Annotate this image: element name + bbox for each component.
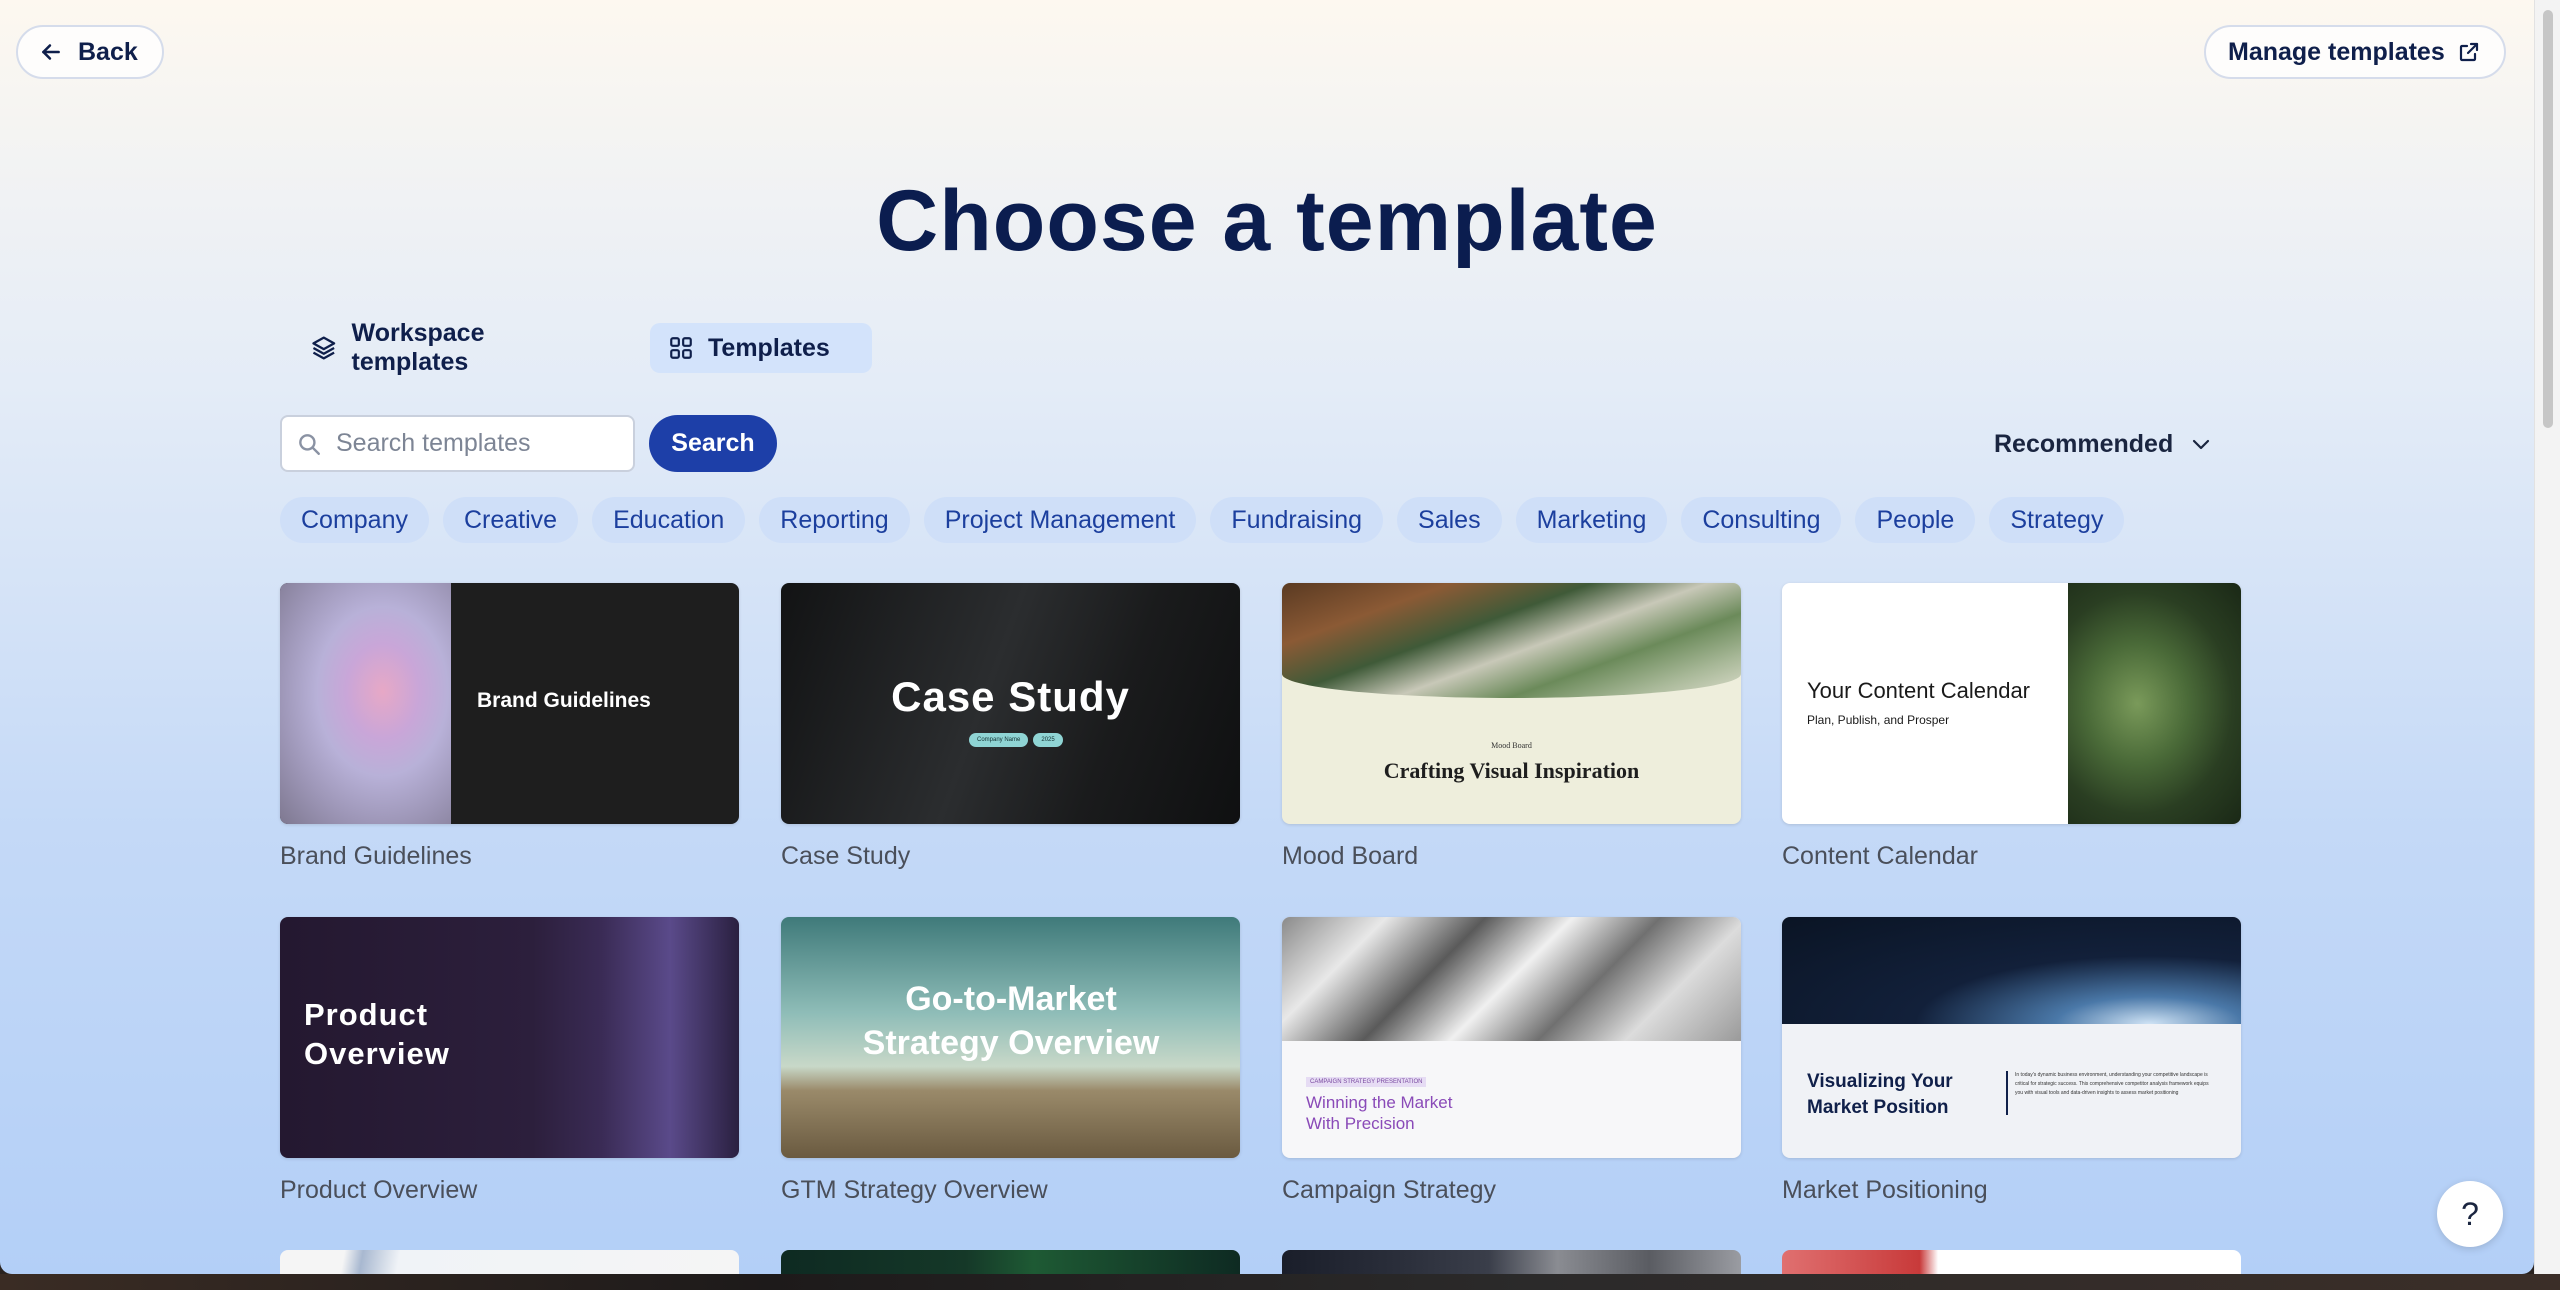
template-thumbnail[interactable]: Visualizing Your Market Position In toda…	[1782, 917, 2241, 1158]
thumbnail-kicker: Mood Board	[1491, 741, 1532, 750]
template-card-campaign-strategy[interactable]: CAMPAIGN STRATEGY PRESENTATION Winning t…	[1282, 917, 1741, 1205]
template-thumbnail-partial[interactable]	[1282, 1250, 1741, 1274]
thumbnail-divider	[2006, 1071, 2008, 1115]
thumbnail-title: Crafting Visual Inspiration	[1383, 758, 1640, 783]
category-chip-fundraising[interactable]: Fundraising	[1210, 497, 1384, 543]
tab-workspace-label: Workspace templates	[351, 319, 485, 376]
thumbnail-title: Visualizing Your Market Position	[1807, 1071, 1953, 1118]
thumbnail-title: Your Content Calendar	[1807, 678, 2031, 703]
template-name: Campaign Strategy	[1282, 1176, 1497, 1204]
template-name: Brand Guidelines	[280, 842, 472, 870]
template-card-content-calendar[interactable]: Your Content Calendar Plan, Publish, and…	[1782, 583, 2241, 871]
tab-workspace-templates[interactable]: Workspace templates	[292, 319, 622, 376]
thumbnail-title: Case Study	[891, 673, 1130, 720]
back-button[interactable]: Back	[16, 25, 164, 79]
template-thumbnail[interactable]: CAMPAIGN STRATEGY PRESENTATION Winning t…	[1282, 917, 1741, 1158]
thumbnail-tags: Company Name 2025	[969, 733, 1063, 747]
template-thumbnail[interactable]: Mood Board Crafting Visual Inspiration	[1282, 583, 1741, 824]
page-title: Choose a template	[876, 173, 1658, 269]
template-card-gtm-strategy-overview[interactable]: Go-to-Market Strategy Overview GTM Strat…	[781, 917, 1240, 1205]
sort-dropdown[interactable]: Recommended	[1994, 420, 2213, 468]
template-thumbnail[interactable]: Brand Guidelines	[280, 583, 739, 824]
template-name: Market Positioning	[1782, 1176, 1988, 1204]
category-chip-people[interactable]: People	[1855, 497, 1976, 543]
category-chip-project-management[interactable]: Project Management	[923, 497, 1197, 543]
search-button[interactable]: Search	[649, 415, 777, 472]
template-name: Content Calendar	[1782, 842, 1978, 870]
template-thumbnail-partial[interactable]	[781, 1250, 1240, 1274]
category-chip-marketing[interactable]: Marketing	[1515, 497, 1668, 543]
template-card-market-positioning[interactable]: Visualizing Your Market Position In toda…	[1782, 917, 2241, 1205]
category-chip-reporting[interactable]: Reporting	[759, 497, 910, 543]
search-field[interactable]	[280, 415, 635, 472]
layers-icon	[312, 336, 336, 360]
help-button[interactable]: ?	[2437, 1181, 2503, 1247]
category-chip-company[interactable]: Company	[280, 497, 429, 543]
template-card-mood-board[interactable]: Mood Board Crafting Visual Inspiration M…	[1282, 583, 1741, 871]
thumbnail-image	[1282, 583, 1741, 698]
template-name: Case Study	[781, 842, 911, 870]
template-thumbnail-partial[interactable]	[1782, 1250, 2241, 1274]
tab-templates[interactable]: Templates	[650, 323, 872, 373]
category-chip-creative[interactable]: Creative	[443, 497, 579, 543]
thumbnail-image	[2068, 583, 2241, 824]
thumbnail-tag: Company Name	[969, 733, 1029, 747]
scrollbar-thumb[interactable]	[2543, 10, 2553, 428]
thumbnail-image	[1782, 917, 2241, 1024]
template-thumbnail[interactable]: Case Study Company Name 2025	[781, 583, 1240, 824]
category-filter-list: Company Creative Education Reporting Pro…	[280, 497, 2125, 543]
thumbnail-kicker: CAMPAIGN STRATEGY PRESENTATION	[1306, 1077, 1427, 1087]
template-thumbnail-partial[interactable]	[280, 1250, 739, 1274]
template-thumbnail[interactable]: Go-to-Market Strategy Overview	[781, 917, 1240, 1158]
template-thumbnail[interactable]: Product Overview	[280, 917, 739, 1158]
category-chip-consulting[interactable]: Consulting	[1681, 497, 1842, 543]
template-name: Product Overview	[280, 1176, 478, 1204]
external-link-icon	[2459, 42, 2478, 62]
thumbnail-body: In today's dynamic business environment,…	[2015, 1072, 2209, 1096]
category-chip-sales[interactable]: Sales	[1397, 497, 1502, 543]
sort-selected-value: Recommended	[1994, 429, 2174, 458]
chevron-down-icon	[2193, 439, 2210, 450]
thumbnail-title: Brand Guidelines	[477, 689, 651, 712]
thumbnail-image	[280, 583, 451, 824]
manage-templates-label: Manage templates	[2228, 37, 2445, 66]
desktop-background-strip	[0, 1274, 2560, 1290]
search-input[interactable]	[334, 428, 618, 459]
template-name: GTM Strategy Overview	[781, 1176, 1048, 1204]
category-chip-strategy[interactable]: Strategy	[1989, 497, 2125, 543]
arrow-left-icon	[42, 44, 60, 60]
thumbnail-tag: 2025	[1033, 733, 1063, 747]
category-chip-education[interactable]: Education	[592, 497, 746, 543]
manage-templates-button[interactable]: Manage templates	[2204, 25, 2506, 79]
template-name: Mood Board	[1282, 842, 1419, 870]
template-card-case-study[interactable]: Case Study Company Name 2025 Case Study	[781, 583, 1240, 871]
grid-icon	[670, 337, 692, 359]
thumbnail-title: Go-to-Market Strategy Overview	[862, 980, 1160, 1062]
template-card-brand-guidelines[interactable]: Brand Guidelines Brand Guidelines	[280, 583, 739, 871]
thumbnail-title: Winning the Market With Precision	[1306, 1093, 1453, 1133]
template-thumbnail[interactable]: Your Content Calendar Plan, Publish, and…	[1782, 583, 2241, 824]
thumbnail-title: Product Overview	[304, 997, 450, 1071]
page-scrollbar[interactable]	[2534, 0, 2560, 1274]
tab-templates-label: Templates	[708, 333, 830, 362]
template-gallery-page: Back Manage templates Choose a template …	[0, 0, 2534, 1274]
thumbnail-image	[1282, 917, 1741, 1041]
thumbnail-subtitle: Plan, Publish, and Prosper	[1807, 713, 1950, 727]
search-icon	[299, 433, 320, 455]
back-button-label: Back	[78, 37, 138, 66]
template-card-product-overview[interactable]: Product Overview Product Overview	[280, 917, 739, 1205]
